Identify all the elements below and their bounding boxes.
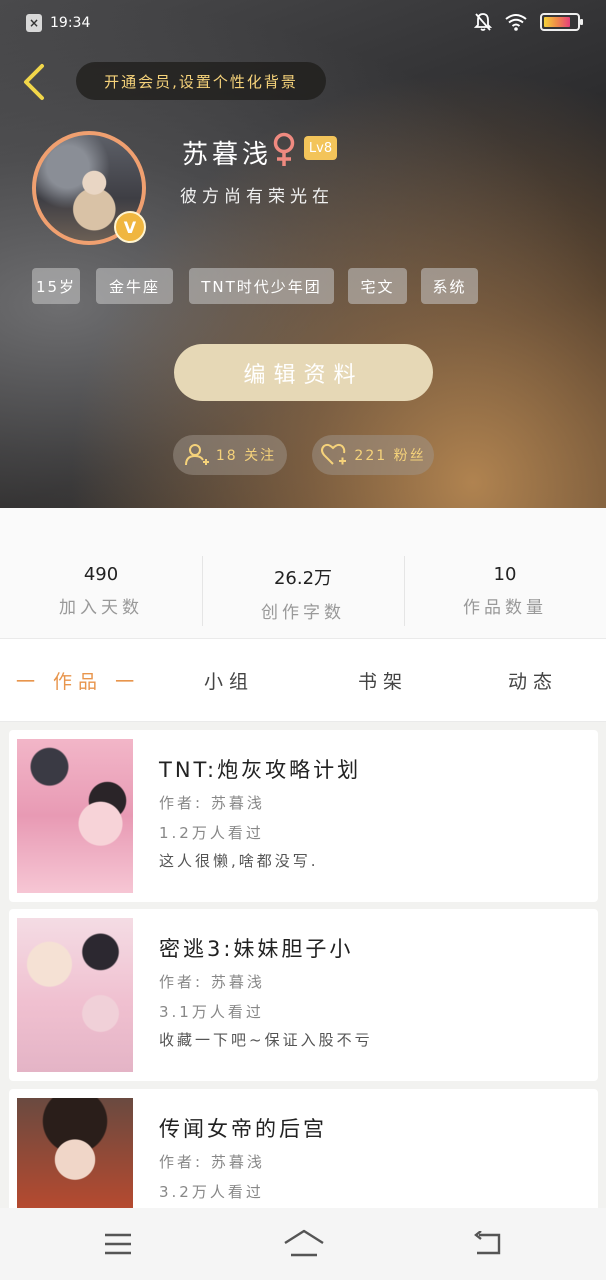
menu-icon xyxy=(105,1233,131,1255)
battery-icon xyxy=(540,13,583,31)
tab-bookshelf[interactable]: 书架 xyxy=(358,667,408,694)
signature: 彼方尚有荣光在 xyxy=(180,187,334,207)
work-author: 作者: 苏暮浅 xyxy=(159,973,265,991)
stat-work-count: 10 作品数量 xyxy=(404,564,606,618)
tab-dash-left: 一 xyxy=(16,671,54,693)
work-item[interactable]: 传闻女帝的后宫 作者: 苏暮浅 3.2万人看过 xyxy=(9,1089,598,1208)
notification-x-icon: × xyxy=(26,14,42,32)
tab-activity[interactable]: 动态 xyxy=(508,667,558,694)
tab-groups[interactable]: 小组 xyxy=(204,667,254,694)
followers-button[interactable]: 221 粉丝 xyxy=(312,435,434,475)
stat-value: 10 xyxy=(493,564,517,585)
work-views: 3.1万人看过 xyxy=(159,1003,264,1021)
work-item[interactable]: 密逃3:妹妹胆子小 作者: 苏暮浅 3.1万人看过 收藏一下吧~保证入股不亏 xyxy=(9,909,598,1081)
level-badge: Lv8 xyxy=(304,136,337,160)
tab-label: 作品 xyxy=(53,671,104,693)
username: 苏暮浅 xyxy=(182,140,273,170)
stat-label: 创作字数 xyxy=(261,603,345,623)
work-views: 1.2万人看过 xyxy=(159,824,264,842)
tab-works[interactable]: 一 作品 一 xyxy=(16,667,140,694)
work-cover-image xyxy=(17,739,133,893)
work-title: 传闻女帝的后宫 xyxy=(159,1117,327,1141)
work-author: 作者: 苏暮浅 xyxy=(159,1153,265,1171)
tag-genre: 宅文 xyxy=(348,268,407,304)
heart-plus-icon xyxy=(321,443,347,465)
stat-label: 作品数量 xyxy=(463,598,547,618)
female-icon xyxy=(270,132,298,172)
work-cover-image xyxy=(17,1098,133,1208)
back-button[interactable] xyxy=(14,60,54,104)
wifi-icon xyxy=(505,14,527,31)
tag-fandom: TNT时代少年团 xyxy=(189,268,334,304)
tag-age: 15岁 xyxy=(32,268,80,304)
home-icon xyxy=(284,1229,324,1257)
stat-value: 490 xyxy=(83,564,119,585)
stat-value: 26.2万 xyxy=(273,568,333,589)
tab-bar: 一 作品 一 小组 书架 动态 xyxy=(0,638,606,722)
tag-system: 系统 xyxy=(421,268,478,304)
home-button[interactable] xyxy=(282,1228,326,1260)
vip-background-prompt[interactable]: 开通会员,设置个性化背景 xyxy=(76,62,326,100)
stat-join-days: 490 加入天数 xyxy=(0,564,202,618)
stat-label: 加入天数 xyxy=(59,598,143,618)
system-nav-bar xyxy=(0,1208,606,1280)
work-title: 密逃3:妹妹胆子小 xyxy=(159,937,354,961)
work-description: 收藏一下吧~保证入股不亏 xyxy=(159,1031,373,1049)
edit-profile-button[interactable]: 编辑资料 xyxy=(174,344,433,401)
status-bar: × 19:34 xyxy=(0,0,606,46)
followers-count: 221 粉丝 xyxy=(354,448,426,464)
back-icon xyxy=(474,1231,501,1255)
stats-panel: 490 加入天数 26.2万 创作字数 10 作品数量 xyxy=(0,508,606,638)
verified-badge: V xyxy=(114,211,146,243)
tag-zodiac: 金牛座 xyxy=(96,268,173,304)
work-title: TNT:炮灰攻略计划 xyxy=(159,758,362,782)
menu-button[interactable] xyxy=(98,1228,138,1260)
work-description: 这人很懒,啥都没写. xyxy=(159,852,319,870)
mute-bell-icon xyxy=(474,13,492,31)
work-item[interactable]: TNT:炮灰攻略计划 作者: 苏暮浅 1.2万人看过 这人很懒,啥都没写. xyxy=(9,730,598,902)
stat-word-count: 26.2万 创作字数 xyxy=(202,564,404,623)
status-time: 19:34 xyxy=(50,15,91,31)
following-button[interactable]: 18 关注 xyxy=(173,435,287,475)
following-count: 18 关注 xyxy=(215,448,277,464)
work-author: 作者: 苏暮浅 xyxy=(159,794,265,812)
tab-dash-right: 一 xyxy=(103,671,141,693)
system-back-button[interactable] xyxy=(468,1228,508,1260)
battery-level xyxy=(544,17,570,27)
chevron-left-icon xyxy=(24,64,44,100)
work-cover-image xyxy=(17,918,133,1072)
work-views: 3.2万人看过 xyxy=(159,1183,264,1201)
add-user-icon xyxy=(184,444,209,466)
